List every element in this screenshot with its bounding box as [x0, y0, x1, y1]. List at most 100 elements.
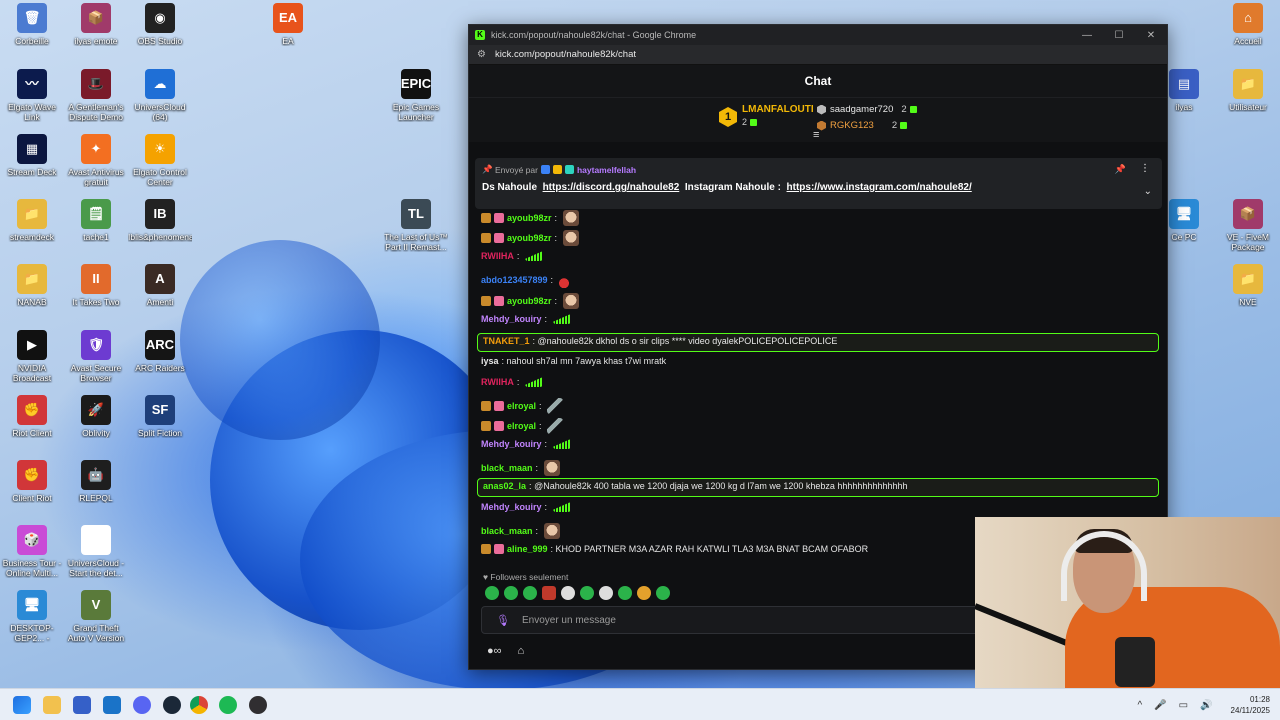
- chat-message[interactable]: ayoub98zr:: [481, 293, 579, 309]
- chevron-down-icon[interactable]: ⌄: [1144, 186, 1152, 197]
- desktop-icon[interactable]: 🗑 Corbeille: [0, 3, 64, 46]
- emote-icon[interactable]: [637, 586, 651, 600]
- emote-face-icon[interactable]: [562, 210, 579, 226]
- chat-username[interactable]: Mehdy_kouiry: [481, 502, 542, 512]
- chat-message[interactable]: iysa: nahoul sh7al mn 7awya khas t7wi mr…: [481, 356, 666, 366]
- desktop-icon[interactable]: 🎲 Business Tour - Online Multi...: [0, 525, 64, 578]
- desktop-icon[interactable]: ⬤ UniversCloud - Start the det...: [64, 525, 128, 578]
- message-input[interactable]: 🎙 Envoyer un message: [481, 606, 1001, 634]
- emote-knife-icon[interactable]: [547, 398, 564, 414]
- chat-username[interactable]: ayoub98zr: [507, 213, 552, 223]
- scroll-to-bottom-icon[interactable]: ≡: [813, 129, 819, 141]
- emote-icon[interactable]: [485, 586, 499, 600]
- address-bar[interactable]: ⚙ kick.com/popout/nahoule82k/chat: [469, 45, 1167, 65]
- chat-username[interactable]: abdo123457899: [481, 275, 548, 285]
- desktop-icon[interactable]: A Amenti: [128, 264, 192, 307]
- store-icon[interactable]: ⌂: [518, 645, 525, 657]
- chat-message[interactable]: black_maan:: [481, 523, 560, 539]
- desktop-icon[interactable]: ▦ Stream Deck: [0, 134, 64, 177]
- chat-message[interactable]: Mehdy_kouiry:: [481, 314, 571, 324]
- show-hidden-icons-chevron[interactable]: ^: [1137, 700, 1142, 711]
- file-explorer-icon[interactable]: [43, 696, 61, 714]
- leaderboard-third[interactable]: RGKG123 2: [817, 120, 908, 131]
- obs-taskbar-icon[interactable]: [249, 696, 267, 714]
- desktop-icon[interactable]: ☀ Elgato Control Center: [128, 134, 192, 187]
- emote-icon[interactable]: [656, 586, 670, 600]
- emote-icon[interactable]: [599, 586, 613, 600]
- desktop-icon[interactable]: 〰 Elgato Wave Link: [0, 69, 64, 122]
- chat-message[interactable]: black_maan:: [481, 460, 560, 476]
- steam-icon[interactable]: [163, 696, 181, 714]
- desktop-icon[interactable]: TL The Last of Us™ Part II Remast...: [384, 199, 448, 252]
- desktop-icon[interactable]: ☁ UniversCloud (64): [128, 69, 192, 122]
- chat-message[interactable]: abdo123457899:: [481, 272, 569, 288]
- desktop-icon[interactable]: V Grand Theft Auto V Version origin...: [64, 590, 128, 643]
- close-button[interactable]: ✕: [1135, 30, 1167, 41]
- chat-username[interactable]: Mehdy_kouiry: [481, 439, 542, 449]
- desktop-icon[interactable]: 🖥 DESKTOP-GEP2... - Raccourci: [0, 590, 64, 643]
- desktop-icon[interactable]: ◉ OBS Studio: [128, 3, 192, 46]
- site-settings-icon[interactable]: ⚙: [477, 49, 487, 60]
- emote-bars-icon[interactable]: [524, 251, 543, 261]
- mic-tray-icon[interactable]: 🎤: [1154, 700, 1166, 711]
- desktop-icon[interactable]: 🛡 Avast Secure Browser: [64, 330, 128, 383]
- chat-username[interactable]: black_maan: [481, 463, 533, 473]
- chrome-icon[interactable]: [190, 696, 208, 714]
- emote-icon[interactable]: [561, 586, 575, 600]
- minimize-button[interactable]: —: [1071, 30, 1103, 41]
- spotify-icon[interactable]: [219, 696, 237, 714]
- start-button-icon[interactable]: [13, 696, 31, 714]
- desktop-icon[interactable]: 🤖 RLEPQL: [64, 460, 128, 503]
- kick-points-icon[interactable]: ●∞: [487, 645, 502, 657]
- desktop-icon[interactable]: 📁 streamdeck: [0, 199, 64, 242]
- leaderboard-first[interactable]: 1 LMANFALOUTI 2: [719, 104, 814, 127]
- desktop-icon[interactable]: ✊ Client Riot: [0, 460, 64, 503]
- chat-message[interactable]: anas02_la: @Nahoule82k 400 tabla we 1200…: [483, 481, 907, 491]
- chat-message[interactable]: RWIIHA:: [481, 377, 543, 387]
- chat-message[interactable]: elroyal:: [481, 398, 564, 414]
- desktop-icon[interactable]: ▶ NVIDIA Broadcast: [0, 330, 64, 383]
- chat-message[interactable]: aline_999: KHOD PARTNER M3A AZAR RAH KAT…: [481, 544, 868, 554]
- pinned-message[interactable]: 📌 Envoyé par haytamelfellah Ds Nahoule h…: [475, 158, 1162, 209]
- chat-username[interactable]: anas02_la: [483, 481, 526, 491]
- outlook-icon[interactable]: [103, 696, 121, 714]
- chat-username[interactable]: RWIIHA: [481, 251, 514, 261]
- chat-message[interactable]: Mehdy_kouiry:: [481, 502, 571, 512]
- desktop-icon[interactable]: II It Takes Two: [64, 264, 128, 307]
- emote-knife-icon[interactable]: [547, 418, 564, 434]
- chat-username[interactable]: black_maan: [481, 526, 533, 536]
- desktop-icon[interactable]: ✊ Riot Client: [0, 395, 64, 438]
- chat-message[interactable]: RWIIHA:: [481, 251, 543, 261]
- desktop-icon[interactable]: 📦 VE - FiveM Package: [1216, 199, 1280, 252]
- desktop-icon[interactable]: EPIC Epic Games Launcher: [384, 69, 448, 122]
- chat-message[interactable]: ayoub98zr:: [481, 210, 579, 226]
- desktop-icon[interactable]: EA EA: [256, 3, 320, 46]
- chat-username[interactable]: ayoub98zr: [507, 233, 552, 243]
- volume-icon[interactable]: 🔊: [1200, 700, 1212, 711]
- emote-pepper-icon[interactable]: [558, 272, 569, 288]
- display-tray-icon[interactable]: ▭: [1179, 700, 1188, 711]
- emote-bars-icon[interactable]: [552, 502, 571, 512]
- emote-face-icon[interactable]: [562, 230, 579, 246]
- chat-message[interactable]: ayoub98zr:: [481, 230, 579, 246]
- store-taskbar-icon[interactable]: [73, 696, 91, 714]
- emote-bars-icon[interactable]: [552, 314, 571, 324]
- chat-username[interactable]: elroyal: [507, 401, 536, 411]
- desktop-icon[interactable]: ⌂ Accueil: [1216, 3, 1280, 46]
- microphone-icon[interactable]: 🎙: [496, 614, 510, 627]
- emote-icon[interactable]: [580, 586, 594, 600]
- maximize-button[interactable]: ☐: [1103, 30, 1135, 41]
- chat-message[interactable]: elroyal:: [481, 418, 564, 434]
- desktop-icon[interactable]: SF Split Fiction: [128, 395, 192, 438]
- discord-link[interactable]: https://discord.gg/nahoule82: [543, 182, 680, 193]
- emote-bars-icon[interactable]: [524, 377, 543, 387]
- emote-icon[interactable]: [618, 586, 632, 600]
- chat-username[interactable]: elroyal: [507, 421, 536, 431]
- chat-username[interactable]: aline_999: [507, 544, 548, 554]
- pin-icon[interactable]: 📌: [1115, 164, 1126, 175]
- desktop-icon[interactable]: 📁 NANAB: [0, 264, 64, 307]
- chat-message[interactable]: Mehdy_kouiry:: [481, 439, 571, 449]
- emote-face-icon[interactable]: [562, 293, 579, 309]
- pinned-sender[interactable]: haytamelfellah: [577, 165, 636, 175]
- chat-username[interactable]: ayoub98zr: [507, 296, 552, 306]
